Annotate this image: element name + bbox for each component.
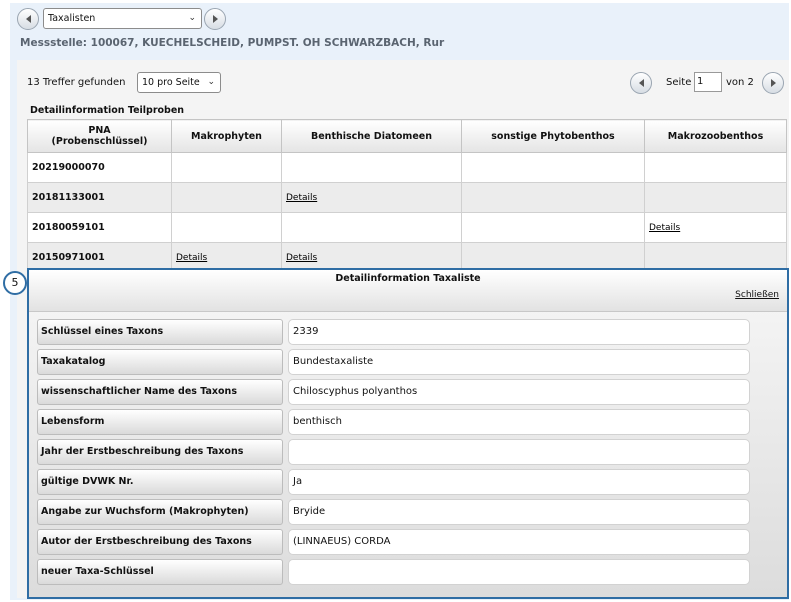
taxaliste-popup: Detailinformation Taxaliste Schließen Sc… xyxy=(27,268,789,599)
pna-cell: 20180059101 xyxy=(27,212,172,243)
per-page-value: 10 pro Seite xyxy=(142,77,200,88)
next-button[interactable] xyxy=(204,8,226,30)
table-title: Detailinformation Teilproben xyxy=(30,105,185,116)
details-link[interactable]: Details xyxy=(281,182,462,213)
pna-cell: 20219000070 xyxy=(27,152,172,183)
field-row: wissenschaftlicher Name des Taxons Chilo… xyxy=(37,379,751,405)
field-label: wissenschaftlicher Name des Taxons xyxy=(37,379,283,405)
column-header-diatomeen[interactable]: Benthische Diatomeen xyxy=(281,119,462,153)
per-page-select[interactable]: 10 pro Seite ⌄ xyxy=(137,72,221,93)
popup-header: Detailinformation Taxaliste Schließen xyxy=(29,270,787,312)
chevron-right-icon xyxy=(770,79,776,87)
page-prev-button[interactable] xyxy=(630,72,652,94)
details-link[interactable] xyxy=(461,212,645,243)
field-label: neuer Taxa-Schlüssel xyxy=(37,559,283,585)
field-value[interactable]: 2339 xyxy=(288,319,750,345)
column-header-pna[interactable]: PNA (Probenschlüssel) xyxy=(27,119,172,153)
field-label: Schlüssel eines Taxons xyxy=(37,319,283,345)
field-label: Jahr der Erstbeschreibung des Taxons xyxy=(37,439,283,465)
view-select[interactable]: Taxalisten ⌄ xyxy=(43,8,202,29)
details-link[interactable] xyxy=(281,212,462,243)
details-link[interactable] xyxy=(461,182,645,213)
field-value[interactable] xyxy=(288,439,750,465)
result-count: 13 Treffer gefunden xyxy=(27,77,126,88)
field-value[interactable]: Chiloscyphus polyanthos xyxy=(288,379,750,405)
field-row: neuer Taxa-Schlüssel xyxy=(37,559,751,585)
column-header-phytobenthos[interactable]: sonstige Phytobenthos xyxy=(461,119,645,153)
field-row: Lebensform benthisch xyxy=(37,409,751,435)
field-label: Angabe zur Wuchsform (Makrophyten) xyxy=(37,499,283,525)
column-header-makrozoobenthos[interactable]: Makrozoobenthos xyxy=(644,119,787,153)
page-total: von 2 xyxy=(726,77,754,88)
table-row[interactable]: 20181133001 Details xyxy=(27,182,787,213)
field-label: Lebensform xyxy=(37,409,283,435)
field-label: Autor der Erstbeschreibung des Taxons xyxy=(37,529,283,555)
field-label: gültige DVWK Nr. xyxy=(37,469,283,495)
details-link[interactable] xyxy=(171,152,282,183)
field-value[interactable]: (LINNAEUS) CORDA xyxy=(288,529,750,555)
field-value[interactable] xyxy=(288,559,750,585)
view-select-value: Taxalisten xyxy=(48,13,96,24)
details-link[interactable]: Details xyxy=(644,212,787,243)
table-row[interactable]: 20180059101 Details xyxy=(27,212,787,243)
details-link[interactable] xyxy=(281,152,462,183)
chevron-left-icon xyxy=(638,79,644,87)
chevron-down-icon: ⌄ xyxy=(207,77,215,87)
table-row[interactable]: 20219000070 xyxy=(27,152,787,183)
field-row: Schlüssel eines Taxons 2339 xyxy=(37,319,751,345)
step-badge: 5 xyxy=(3,271,27,295)
page-label: Seite xyxy=(666,77,692,88)
field-value[interactable]: Bryide xyxy=(288,499,750,525)
field-row: Jahr der Erstbeschreibung des Taxons xyxy=(37,439,751,465)
popup-title: Detailinformation Taxaliste xyxy=(335,273,481,284)
field-row: Autor der Erstbeschreibung des Taxons (L… xyxy=(37,529,751,555)
pna-cell: 20181133001 xyxy=(27,182,172,213)
field-row: gültige DVWK Nr. Ja xyxy=(37,469,751,495)
chevron-right-icon xyxy=(212,15,218,23)
field-value[interactable]: Ja xyxy=(288,469,750,495)
field-row: Taxakatalog Bundestaxaliste xyxy=(37,349,751,375)
details-link[interactable] xyxy=(644,152,787,183)
details-link[interactable] xyxy=(171,212,282,243)
field-value[interactable]: benthisch xyxy=(288,409,750,435)
page-next-button[interactable] xyxy=(762,72,784,94)
details-link[interactable] xyxy=(461,152,645,183)
messstelle-title: Messstelle: 100067, KUECHELSCHEID, PUMPS… xyxy=(20,37,445,49)
column-header-makrophyten[interactable]: Makrophyten xyxy=(171,119,282,153)
field-row: Angabe zur Wuchsform (Makrophyten) Bryid… xyxy=(37,499,751,525)
details-link[interactable] xyxy=(644,182,787,213)
chevron-left-icon xyxy=(25,15,31,23)
close-link[interactable]: Schließen xyxy=(735,290,779,300)
field-label: Taxakatalog xyxy=(37,349,283,375)
teilproben-table: PNA (Probenschlüssel) Makrophyten Benthi… xyxy=(27,119,787,273)
page-input[interactable]: 1 xyxy=(694,72,722,92)
details-link[interactable] xyxy=(171,182,282,213)
prev-button[interactable] xyxy=(17,8,39,30)
field-value[interactable]: Bundestaxaliste xyxy=(288,349,750,375)
chevron-down-icon: ⌄ xyxy=(188,13,196,23)
